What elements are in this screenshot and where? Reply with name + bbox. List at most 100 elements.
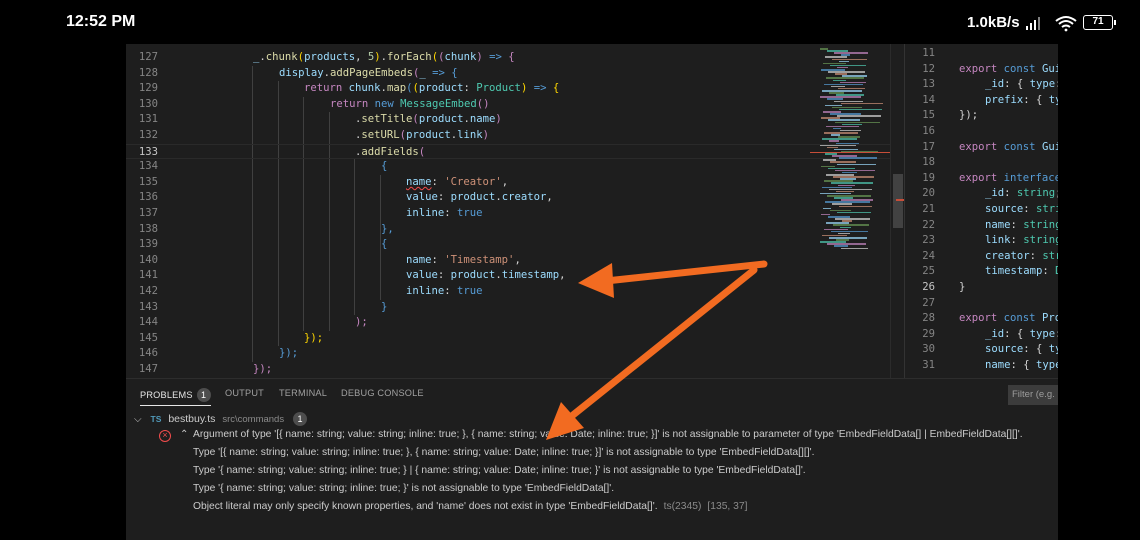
code-line[interactable]: 143} xyxy=(126,300,904,316)
code-line[interactable]: 145}); xyxy=(126,331,904,347)
split-code-line[interactable]: 29 _id: { type: xyxy=(905,327,1058,343)
code-line[interactable]: 134 { xyxy=(126,159,904,175)
split-code-line[interactable]: 16 xyxy=(905,124,1058,140)
code-line[interactable]: 141 value: product.timestamp, xyxy=(126,268,904,284)
wifi-icon xyxy=(1055,16,1077,32)
split-code-line[interactable]: 17 export const Gui xyxy=(905,140,1058,156)
minimap-line xyxy=(830,64,866,67)
line-number: 142 xyxy=(138,285,158,297)
line-number: 26 xyxy=(922,281,935,293)
chevron-up-icon[interactable]: ⌃ xyxy=(180,429,188,440)
code-token: name xyxy=(985,218,1011,231)
scrollbar-thumb[interactable] xyxy=(893,174,903,228)
split-code-line[interactable]: 13 _id: { type: xyxy=(905,77,1058,93)
split-code-line[interactable]: 12 export const Gui xyxy=(905,62,1058,78)
tab-problems[interactable]: PROBLEMS 1 xyxy=(140,388,211,406)
split-code-line[interactable]: 18 xyxy=(905,155,1058,171)
problems-filter-input[interactable]: Filter (e.g. xyxy=(1008,385,1058,405)
code-token: timestamp xyxy=(985,265,1043,278)
line-number: 128 xyxy=(138,66,158,79)
code-token: link xyxy=(985,234,1011,247)
code-line[interactable]: 130 return new MessageEmbed() xyxy=(126,97,904,113)
minimap-line xyxy=(839,157,877,159)
chevron-down-icon[interactable]: ⌵ xyxy=(134,414,142,425)
code-line[interactable]: 133 .addFields( xyxy=(126,143,904,160)
code-line[interactable]: 146}); xyxy=(126,346,904,362)
code-token: string xyxy=(1023,218,1058,231)
code-token: product xyxy=(450,269,496,282)
code-token: : { xyxy=(1004,78,1030,91)
code-line[interactable]: 140 name: 'Timestamp', xyxy=(126,253,904,269)
split-code-line[interactable]: 20 _id: string; xyxy=(905,186,1058,202)
code-content: value: product.creator, xyxy=(406,190,553,206)
problem-message-detail: Type '{ name: string; value: string; inl… xyxy=(193,483,615,494)
line-number: 136 xyxy=(138,191,158,204)
split-code-line[interactable]: 26} xyxy=(905,280,1058,296)
typescript-file-icon: TS xyxy=(150,414,162,424)
split-code-line[interactable]: 25 timestamp: D xyxy=(905,264,1058,280)
code-content: _.chunk(products, 5).forEach((chunk) => … xyxy=(253,50,515,66)
problem-file-name: bestbuy.ts xyxy=(168,413,216,425)
code-line[interactable]: 129 return chunk.map((product: Product) =… xyxy=(126,81,904,97)
split-code-line[interactable]: 15}); xyxy=(905,108,1058,124)
code-line[interactable]: 138}, xyxy=(126,222,904,238)
split-code-line[interactable]: 28 export const Pro xyxy=(905,311,1058,327)
code-token: link xyxy=(457,129,483,141)
problem-message[interactable]: Argument of type '[{ name: string; value… xyxy=(193,427,1023,443)
split-code-line[interactable]: 19 export interface xyxy=(905,171,1058,187)
minimap-line xyxy=(832,58,867,61)
code-token: ; xyxy=(1055,187,1058,199)
code-line[interactable]: 136 value: product.creator, xyxy=(126,190,904,206)
code-token: , xyxy=(355,51,368,63)
code-line[interactable]: 128 display.addPageEmbeds(_ => { xyxy=(126,66,904,82)
split-editor[interactable]: 1112export const Gui13_id: { type:14pref… xyxy=(904,44,1058,378)
split-code-line[interactable]: 23 link: string xyxy=(905,233,1058,249)
code-line[interactable]: 139 { xyxy=(126,237,904,253)
split-code-line[interactable]: 22 name: string xyxy=(905,218,1058,234)
problem-message-detail: Type '{ name: string; value: string; inl… xyxy=(193,465,806,476)
code-content: export const Gui xyxy=(959,140,1058,156)
tab-output[interactable]: OUTPUT xyxy=(225,388,264,398)
code-token: true xyxy=(457,285,483,297)
code-token: inline xyxy=(406,207,445,219)
code-token: forEach xyxy=(387,51,432,63)
tab-terminal[interactable]: TERMINAL xyxy=(279,388,327,398)
code-token: type xyxy=(1029,78,1056,91)
code-token: ) xyxy=(482,129,490,141)
code-token: _id xyxy=(985,78,1005,91)
code-line[interactable]: 137 inline: true xyxy=(126,206,904,222)
split-code-line[interactable]: 30 source: { ty xyxy=(905,342,1058,358)
minimap-line xyxy=(820,144,856,147)
minimap-line xyxy=(824,132,858,134)
code-line[interactable]: 132 .setURL(product.link) xyxy=(126,128,904,144)
code-token: Gui xyxy=(1041,62,1058,75)
problem-file-row[interactable]: ⌵ TS bestbuy.ts src\commands 1 xyxy=(134,411,308,427)
code-line[interactable]: 131 .setTitle(product.name) xyxy=(126,112,904,128)
code-token: return xyxy=(330,97,375,110)
code-content: ); xyxy=(355,315,368,331)
phone-status-bar: 12:52 PM 1.0kB/s 71 xyxy=(0,0,1140,44)
code-token: product xyxy=(418,113,464,126)
line-number: 145 xyxy=(138,331,158,344)
code-token: } xyxy=(959,281,966,293)
code-token: } xyxy=(381,300,388,313)
tab-debug-console[interactable]: DEBUG CONSOLE xyxy=(341,388,424,398)
split-code-line[interactable]: 24 creator: str xyxy=(905,249,1058,265)
code-line[interactable]: 144); xyxy=(126,315,904,331)
code-line[interactable]: 147}); xyxy=(126,362,904,378)
code-line[interactable]: 127 _.chunk(products, 5).forEach((chunk) … xyxy=(126,50,904,66)
code-line[interactable]: 135 name: 'Creator', xyxy=(126,175,904,191)
code-line[interactable]: 142 inline: true xyxy=(126,284,904,300)
problem-file-path: src\commands xyxy=(222,414,285,425)
code-token: 'Timestamp' xyxy=(444,253,515,266)
split-code-line[interactable]: 21 source: stri xyxy=(905,202,1058,218)
error-icon: × xyxy=(159,430,171,442)
split-code-line[interactable]: 31 name: { type xyxy=(905,358,1058,374)
split-code-line[interactable]: 27 xyxy=(905,296,1058,312)
minimap-line xyxy=(835,218,870,220)
split-code-line[interactable]: 14 prefix: { ty xyxy=(905,93,1058,109)
code-token: new xyxy=(374,97,401,110)
code-content: link: string xyxy=(985,233,1058,249)
code-editor[interactable]: 127 _.chunk(products, 5).forEach((chunk) … xyxy=(126,44,904,378)
split-code-line[interactable]: 11 xyxy=(905,46,1058,62)
